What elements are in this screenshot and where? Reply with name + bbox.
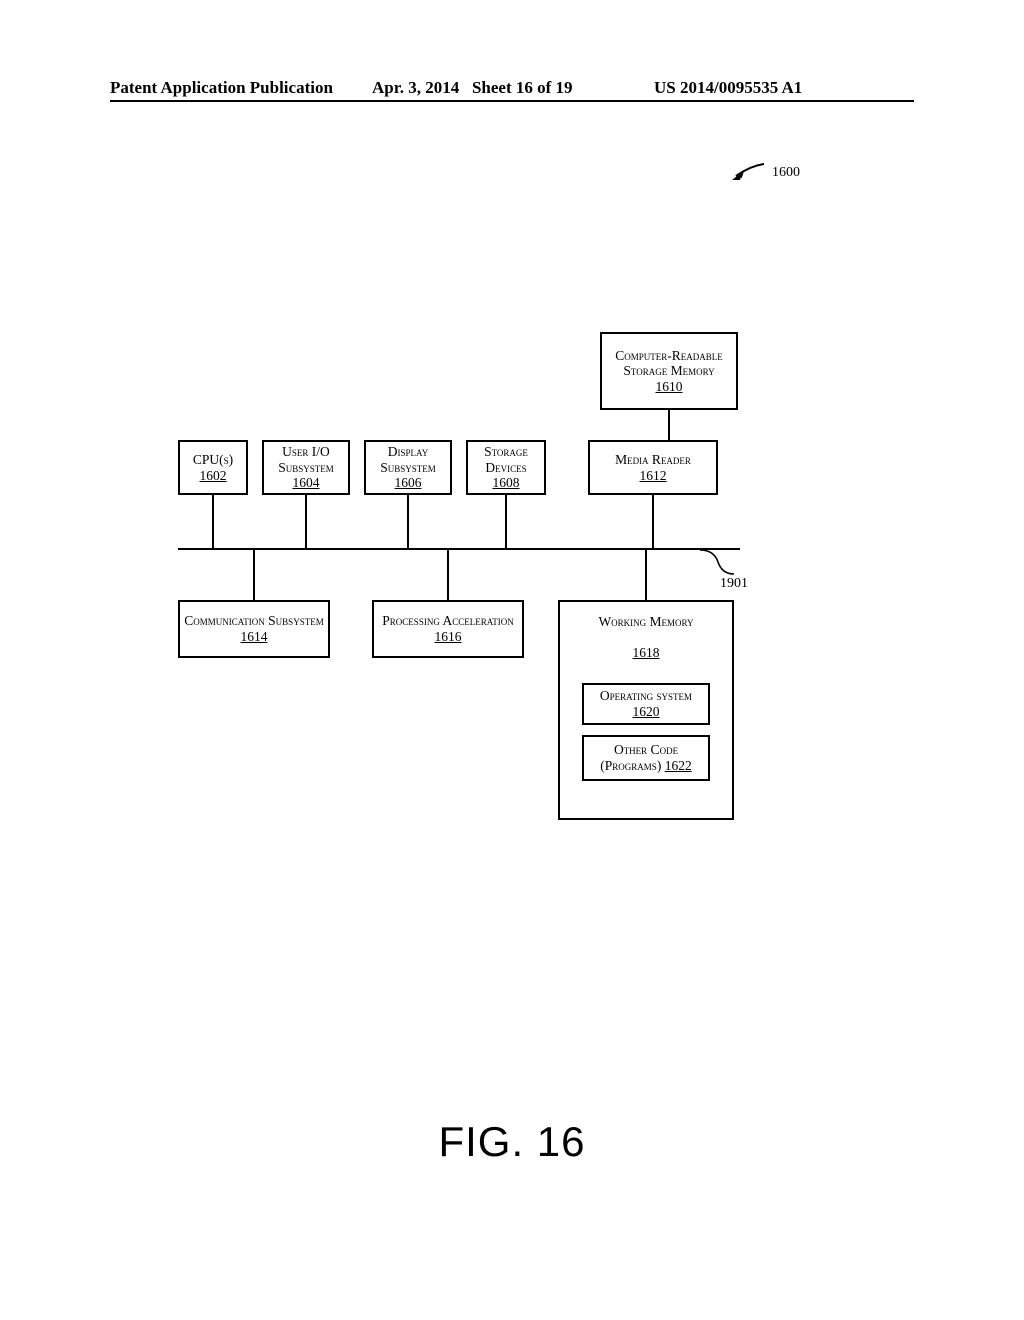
box-ref: 1614: [241, 629, 268, 644]
box-ref: 1610: [656, 379, 683, 395]
box-cpu: CPU(s) 1602: [178, 440, 248, 495]
connector-line: [447, 548, 449, 600]
box-processing-acceleration: Processing Acceleration 1616: [372, 600, 524, 658]
connector-line: [305, 495, 307, 549]
box-label-text: Communication Subsystem: [184, 613, 323, 628]
box-ref: 1602: [200, 468, 227, 484]
box-label-text: Operating system: [600, 688, 692, 703]
figure-caption: FIG. 16: [0, 1118, 1024, 1166]
box-operating-system: Operating system 1620: [582, 683, 710, 725]
system-bus-line: [178, 548, 740, 550]
box-label-text: Working Memory: [598, 614, 693, 630]
box-label: User I/O Subsystem: [268, 444, 344, 475]
patent-page: Patent Application Publication Apr. 3, 2…: [0, 0, 1024, 1320]
box-working-memory: Working Memory 1618 Operating system 162…: [558, 600, 734, 820]
box-ref: 1608: [493, 475, 520, 491]
box-label: Media Reader: [615, 452, 691, 468]
box-other-code-programs: Other Code (Programs) 1622: [582, 735, 710, 781]
box-label: CPU(s): [193, 452, 233, 468]
connector-line: [505, 495, 507, 549]
box-communication-subsystem: Communication Subsystem 1614: [178, 600, 330, 658]
box-ref: 1606: [395, 475, 422, 491]
connector-line: [407, 495, 409, 549]
box-label: Other Code (Programs) 1622: [588, 742, 704, 773]
box-user-io-subsystem: User I/O Subsystem 1604: [262, 440, 350, 495]
box-label: Storage Devices: [472, 444, 540, 475]
box-ref: 1616: [435, 629, 462, 644]
box-label-text: Processing Acceleration: [382, 613, 513, 628]
box-label: Working Memory 1618: [598, 614, 693, 661]
box-ref: 1618: [633, 645, 660, 660]
box-display-subsystem: Display Subsystem 1606: [364, 440, 452, 495]
box-label: Communication Subsystem 1614: [184, 613, 324, 644]
connector-line: [645, 548, 647, 600]
connector-line: [212, 495, 214, 549]
box-ref: 1622: [665, 758, 692, 773]
box-media-reader: Media Reader 1612: [588, 440, 718, 495]
box-ref: 1620: [633, 704, 660, 719]
box-label: Computer-Readable Storage Memory: [606, 348, 732, 379]
box-label: Processing Acceleration 1616: [378, 613, 518, 644]
connector-line: [652, 495, 654, 549]
bus-ref-number: 1901: [720, 576, 748, 592]
box-ref: 1604: [293, 475, 320, 491]
connector-line: [253, 548, 255, 600]
box-label: Operating system 1620: [588, 688, 704, 719]
box-computer-readable-storage-memory: Computer-Readable Storage Memory 1610: [600, 332, 738, 410]
box-ref: 1612: [640, 468, 667, 484]
box-storage-devices: Storage Devices 1608: [466, 440, 546, 495]
connector-line: [668, 410, 670, 440]
box-label: Display Subsystem: [370, 444, 446, 475]
